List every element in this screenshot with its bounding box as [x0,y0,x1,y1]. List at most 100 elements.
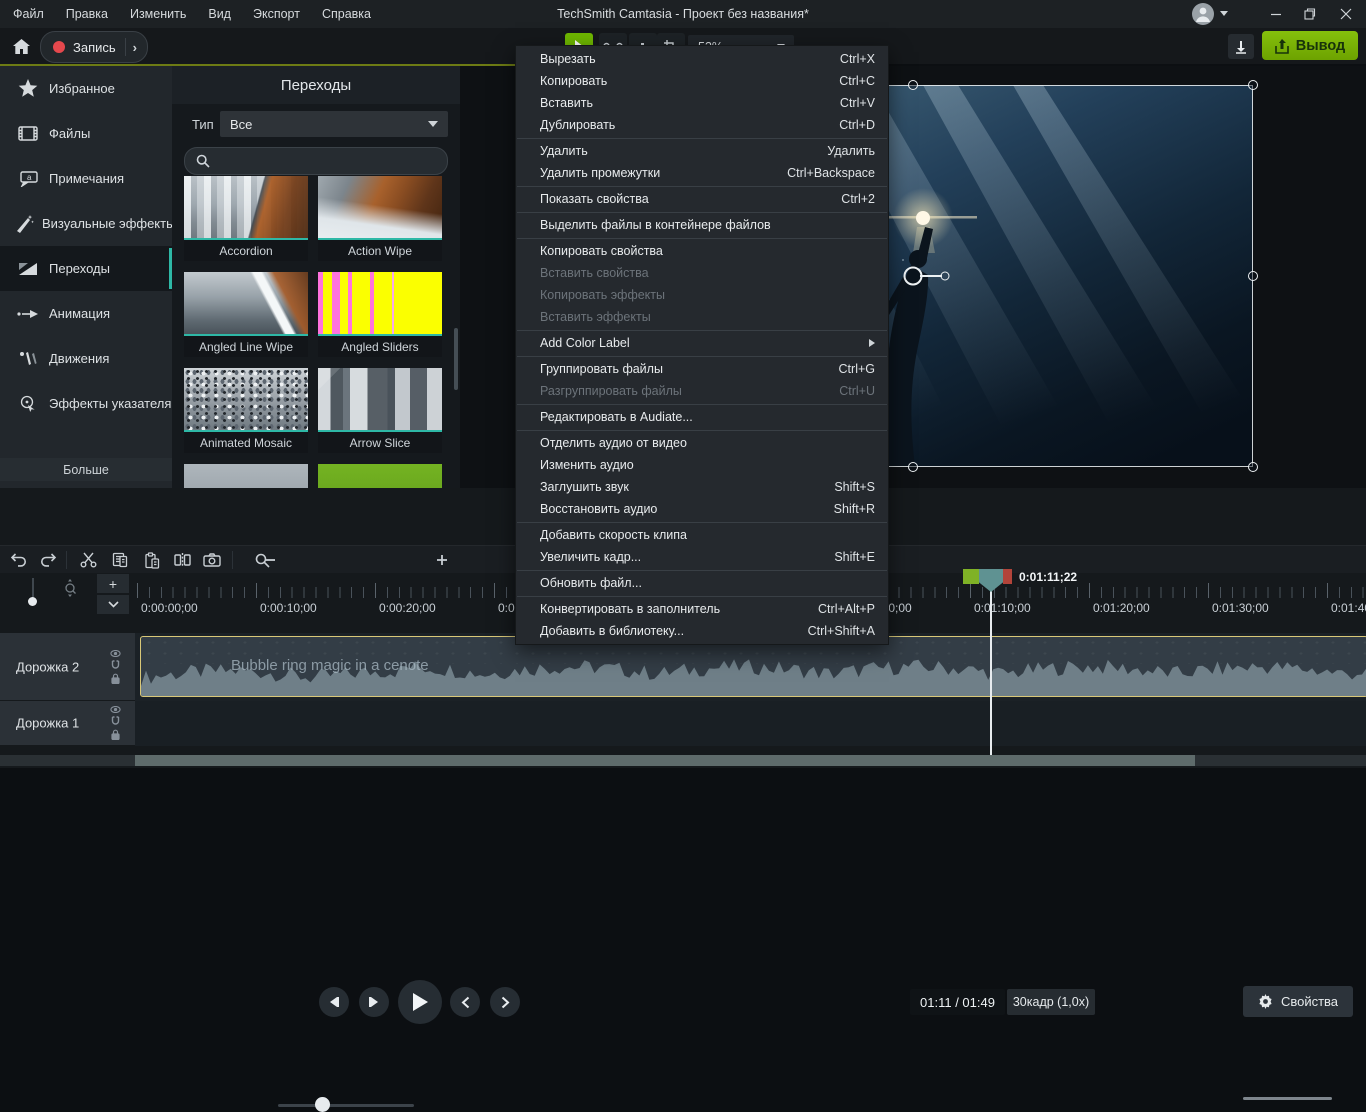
sidebar-item-0[interactable]: Избранное [0,66,172,111]
timeline-zoom-slider[interactable] [278,1104,414,1107]
paste-button[interactable] [138,546,166,574]
selection-handle-top-right[interactable] [1248,80,1258,90]
sidebar-item-6[interactable]: Движения [0,336,172,381]
snapshot-button[interactable] [198,546,226,574]
sidebar-item-1[interactable]: Файлы [0,111,172,156]
zoom-in-button[interactable] [428,546,456,574]
cut-button[interactable] [74,546,102,574]
type-dropdown[interactable]: Все [220,111,448,137]
zoom-out-button[interactable] [256,546,284,574]
transition-card-0[interactable]: Accordion [184,176,308,261]
step-forward-button[interactable] [359,987,389,1017]
track-1-header[interactable]: Дорожка 1 [0,701,135,746]
menubar-item-1[interactable]: Правка [55,0,119,28]
context-menu-item-1-1[interactable]: Удалить промежуткиCtrl+Backspace [516,162,888,184]
context-menu-item-11-1[interactable]: Добавить в библиотеку...Ctrl+Shift+A [516,620,888,642]
context-menu-item-9-0[interactable]: Добавить скорость клипа [516,524,888,546]
track-2-header[interactable]: Дорожка 2 [0,633,135,701]
timeline-horizontal-scrollbar[interactable] [0,755,1366,766]
context-menu-item-8-2[interactable]: Заглушить звукShift+S [516,476,888,498]
context-menu-item-3-0[interactable]: Выделить файлы в контейнере файлов [516,214,888,236]
avatar-menu-caret[interactable] [1220,11,1228,16]
sidebar-item-4[interactable]: Переходы [0,246,172,291]
record-button[interactable]: Запись › [40,31,148,63]
download-button[interactable] [1228,34,1254,59]
split-button[interactable] [168,546,196,574]
context-menu-item-8-1[interactable]: Изменить аудио [516,454,888,476]
panel-scrollbar[interactable] [454,328,458,390]
context-menu-item-10-0[interactable]: Обновить файл... [516,572,888,594]
properties-button[interactable]: Свойства [1243,986,1353,1017]
previous-clip-button[interactable] [450,987,480,1017]
track-height-slider-knob[interactable] [28,597,37,606]
restore-button[interactable] [1292,0,1328,28]
menubar-item-0[interactable]: Файл [2,0,55,28]
minimize-button[interactable] [1258,0,1294,28]
export-button[interactable]: Вывод [1262,31,1358,60]
selection-handle-mid-right[interactable] [1248,271,1258,281]
redo-button[interactable] [34,546,62,574]
context-menu-item-1-0[interactable]: УдалитьУдалить [516,140,888,162]
context-menu-item-6-0[interactable]: Группировать файлыCtrl+G [516,358,888,380]
selection-handle-top-center[interactable] [908,80,918,90]
close-button[interactable] [1328,0,1364,28]
context-menu-item-0-3[interactable]: ДублироватьCtrl+D [516,114,888,136]
context-menu-item-0-2[interactable]: ВставитьCtrl+V [516,92,888,114]
search-input[interactable] [184,147,448,175]
transition-card-5[interactable]: Arrow Slice [318,368,442,453]
zoom-to-fit-icon[interactable] [62,578,78,598]
lock-icon[interactable] [111,673,120,684]
eye-icon[interactable] [110,650,121,657]
sidebar-item-2[interactable]: aПримечания [0,156,172,201]
audio-clip[interactable]: Bubble ring magic in a cenote [140,636,1366,697]
timeline-zoom-slider-knob[interactable] [315,1097,330,1112]
magnet-icon[interactable] [111,660,120,670]
add-track-button[interactable]: + [97,574,129,593]
copy-button[interactable] [106,546,134,574]
context-menu-item-4-0[interactable]: Копировать свойства [516,240,888,262]
transition-card-2[interactable]: Angled Line Wipe [184,272,308,357]
context-menu-item-11-0[interactable]: Конвертировать в заполнительCtrl+Alt+P [516,598,888,620]
collapse-tracks-button[interactable] [97,595,129,614]
menubar-item-3[interactable]: Вид [197,0,242,28]
context-menu-item-0-0[interactable]: ВырезатьCtrl+X [516,48,888,70]
menubar-item-5[interactable]: Справка [311,0,382,28]
playhead-out-handle[interactable] [1003,569,1012,584]
magnet-icon[interactable] [111,716,120,726]
selection-handle-bottom-right[interactable] [1248,462,1258,472]
context-menu-item-8-0[interactable]: Отделить аудио от видео [516,432,888,454]
eye-icon[interactable] [110,706,121,713]
context-menu-item-9-1[interactable]: Увеличить кадр...Shift+E [516,546,888,568]
context-menu-item-8-3[interactable]: Восстановить аудиоShift+R [516,498,888,520]
playhead-line[interactable] [990,585,992,755]
timeline-vertical-scrollbar[interactable] [1243,1097,1332,1100]
sidebar-item-3[interactable]: Визуальные эффекты [0,201,172,246]
sidebar-more-button[interactable]: Больше [0,458,172,481]
rotation-handle[interactable] [941,272,950,281]
play-button[interactable] [398,980,442,1024]
context-menu-item-0-1[interactable]: КопироватьCtrl+C [516,70,888,92]
sidebar-item-5[interactable]: Анимация [0,291,172,336]
home-button[interactable] [6,32,36,60]
sidebar-item-7[interactable]: Эффекты указателя [0,381,172,426]
framerate-display[interactable]: 30кадр (1,0x) [1007,989,1095,1015]
next-clip-button[interactable] [490,987,520,1017]
undo-button[interactable] [4,546,32,574]
context-menu-item-5-0[interactable]: Add Color Label [516,332,888,354]
avatar[interactable] [1192,3,1214,25]
menubar-item-2[interactable]: Изменить [119,0,197,28]
scrollbar-thumb[interactable] [135,755,1195,766]
lock-icon[interactable] [111,729,120,740]
track-1-lane[interactable] [135,701,1366,746]
step-back-button[interactable] [319,987,349,1017]
transition-card-1[interactable]: Action Wipe [318,176,442,261]
playhead-in-handle[interactable] [963,569,979,584]
transition-card-4[interactable]: Animated Mosaic [184,368,308,453]
transition-card-partial-1[interactable] [318,464,442,488]
chevron-right-icon[interactable]: › [133,40,137,55]
transition-card-3[interactable]: Angled Sliders [318,272,442,357]
context-menu-item-7-0[interactable]: Редактировать в Audiate... [516,406,888,428]
menubar-item-4[interactable]: Экспорт [242,0,311,28]
selection-handle-bottom-center[interactable] [908,462,918,472]
transition-card-partial-0[interactable] [184,464,308,488]
